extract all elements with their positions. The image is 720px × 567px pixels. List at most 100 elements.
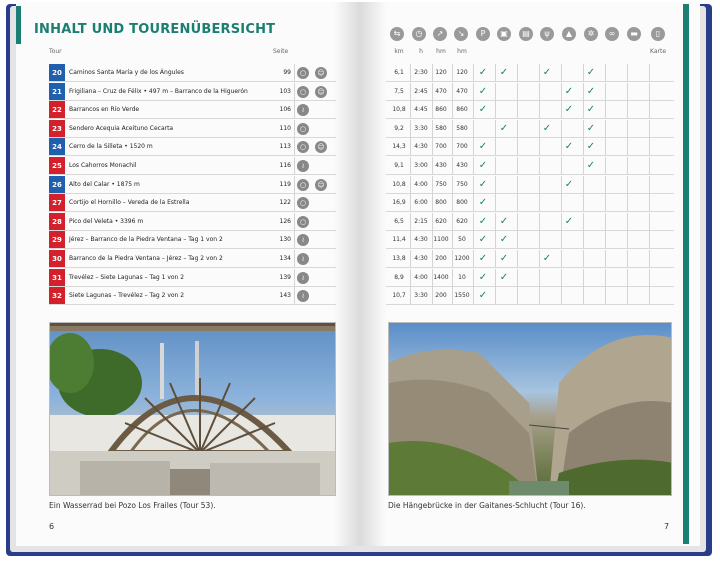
tour-row[interactable]: 28 Pico del Veleta • 3396 m 126 ○	[49, 212, 336, 231]
tour-row[interactable]: 24 Cerro de la Silleta • 1520 m 113 ○ ☺	[49, 138, 336, 157]
tour-row[interactable]: 25 Los Cahorros Monachil 116 ≀	[49, 157, 336, 175]
tour-page: 103	[279, 87, 291, 95]
right-accent-bar	[683, 4, 689, 544]
check-mark-icon: ✓	[586, 104, 596, 116]
tour-hours: 2:15	[414, 217, 428, 225]
check-mark-icon: ✓	[478, 253, 488, 264]
check-mark-icon: ✓	[478, 234, 488, 246]
tour-hours: 3:00	[414, 162, 428, 169]
check-mark-icon: ✓	[478, 67, 488, 78]
km-column-header: km	[394, 48, 404, 55]
one-way-icon: ≀	[297, 253, 309, 265]
tour-descent: 50	[458, 236, 466, 244]
tour-page: 143	[279, 292, 291, 300]
loop-icon: ○	[297, 141, 309, 154]
tour-stats-row: 13,8 4:30 200 1200 ✓ ✓ ✓	[386, 250, 674, 268]
check-mark-icon: ✓	[478, 290, 488, 302]
check-mark-icon: ✓	[478, 215, 488, 227]
tour-row[interactable]: 20 Caminos Santa María y de los Ángules 99…	[49, 64, 336, 82]
one-way-icon: ≀	[297, 271, 309, 284]
tour-name: Cerro de la Silleta • 1520 m	[69, 143, 153, 151]
winter-icon: ✲	[584, 27, 598, 41]
hut-icon: ▲	[562, 27, 576, 41]
tour-row[interactable]: 30 Barranco de la Piedra Ventana – Jérez …	[49, 250, 336, 268]
family-icon: ☺	[315, 67, 327, 79]
check-mark-icon: ✓	[564, 178, 574, 190]
tour-row[interactable]: 27 Cortijo el Hornillo – Vereda de la Est…	[49, 194, 336, 213]
tour-row[interactable]: 32 Siete Lagunas – Trevélez – Tag 2 von 2…	[49, 287, 336, 306]
tour-number: 29	[49, 231, 65, 250]
check-mark-icon: ✓	[586, 122, 596, 134]
tour-hours: 4:30	[414, 236, 428, 244]
tour-name: Barrancos en Río Verde	[69, 106, 140, 114]
tour-page: 139	[279, 273, 291, 281]
tour-number: 32	[49, 287, 65, 306]
tour-name: Barranco de la Piedra Ventana – Jérez – …	[69, 255, 223, 262]
tour-name: Frigiliana – Cruz de Félix • 497 m – Bar…	[69, 87, 248, 95]
restaurant-icon: ψ	[540, 27, 554, 41]
tour-descent: 620	[456, 217, 468, 225]
tour-column-header: Tour	[49, 48, 62, 55]
check-mark-icon: ✓	[478, 178, 488, 190]
tour-stats-row: 6,1 2:30 120 120 ✓ ✓ ✓ ✓	[386, 64, 674, 82]
check-mark-icon: ✓	[542, 67, 552, 78]
check-mark-icon: ✓	[564, 104, 574, 116]
tour-ascent: 580	[435, 124, 447, 132]
tour-row[interactable]: 23 Sendero Acequia Aceituno Cecarta 110 ○	[49, 119, 336, 138]
tour-km: 10,8	[392, 180, 406, 188]
family-icon: ☺	[315, 141, 327, 154]
tour-descent: 430	[456, 162, 468, 169]
tour-number: 24	[49, 138, 65, 157]
right-photo-caption: Die Hängebrücke in der Gaitanes-Schlucht…	[388, 501, 586, 510]
tour-stats-row: 7,5 2:45 470 470 ✓ ✓ ✓	[386, 82, 674, 101]
tour-stats-row: 11,4 4:30 1100 50 ✓ ✓	[386, 231, 674, 250]
tour-number: 21	[49, 82, 65, 101]
tour-page: 122	[279, 199, 291, 207]
tour-km: 10,7	[392, 292, 406, 300]
map-book-icon: ▯	[651, 27, 665, 41]
tour-ascent: 120	[435, 69, 447, 76]
tour-ascent: 200	[435, 292, 447, 300]
tour-name: Alto del Calar • 1875 m	[69, 180, 140, 188]
one-way-icon: ≀	[297, 234, 309, 247]
tour-hours: 4:00	[414, 273, 428, 281]
tour-hours: 3:30	[414, 292, 428, 300]
tour-page: 116	[279, 162, 291, 169]
tour-row[interactable]: 22 Barrancos en Río Verde 106 ≀	[49, 101, 336, 120]
tour-hours: 2:45	[414, 87, 428, 95]
tour-name: Trevélez – Siete Lagunas – Tag 1 von 2	[69, 273, 185, 281]
check-mark-icon: ✓	[542, 253, 552, 264]
tour-row[interactable]: 31 Trevélez – Siete Lagunas – Tag 1 von 2…	[49, 268, 336, 287]
tour-km: 13,8	[392, 255, 406, 262]
one-way-icon: ≀	[297, 290, 309, 303]
tour-row[interactable]: 21 Frigiliana – Cruz de Félix • 497 m – B…	[49, 82, 336, 101]
cable-car-icon: ▬	[627, 27, 641, 41]
check-mark-icon: ✓	[564, 85, 574, 97]
tour-row[interactable]: 29 Jérez – Barranco de la Piedra Ventana …	[49, 231, 336, 250]
check-mark-icon: ✓	[586, 85, 596, 97]
check-mark-icon: ✓	[542, 122, 552, 134]
tour-descent: 580	[456, 124, 468, 132]
tour-km: 14,3	[392, 143, 406, 151]
parking-icon: P	[476, 27, 490, 41]
check-mark-icon: ✓	[499, 67, 509, 78]
tour-stats-row: 6,5 2:15 620 620 ✓ ✓ ✓	[386, 212, 674, 231]
loop-icon: ○	[297, 197, 309, 210]
bike-icon: ∞	[605, 27, 619, 41]
tour-name: Sendero Acequia Aceituno Cecarta	[69, 124, 174, 132]
ascent-icon: ↗	[433, 27, 447, 41]
tour-row[interactable]: 26 Alto del Calar • 1875 m 119 ○ ☺	[49, 175, 336, 194]
check-mark-icon: ✓	[478, 141, 488, 153]
page-title: INHALT UND TOURENÜBERSICHT	[34, 22, 276, 37]
tour-hours: 4:00	[414, 180, 428, 188]
check-mark-icon: ✓	[586, 141, 596, 153]
family-icon: ☺	[315, 178, 327, 191]
check-mark-icon: ✓	[478, 104, 488, 116]
left-photo-caption: Ein Wasserrad bei Pozo Los Frailes (Tour…	[49, 501, 216, 510]
map-column-header: Karte	[650, 48, 667, 55]
tour-descent: 700	[456, 143, 468, 151]
tour-number: 22	[49, 101, 65, 120]
loop-icon: ○	[297, 67, 309, 79]
tour-descent: 470	[456, 87, 468, 95]
check-mark-icon: ✓	[478, 160, 488, 171]
